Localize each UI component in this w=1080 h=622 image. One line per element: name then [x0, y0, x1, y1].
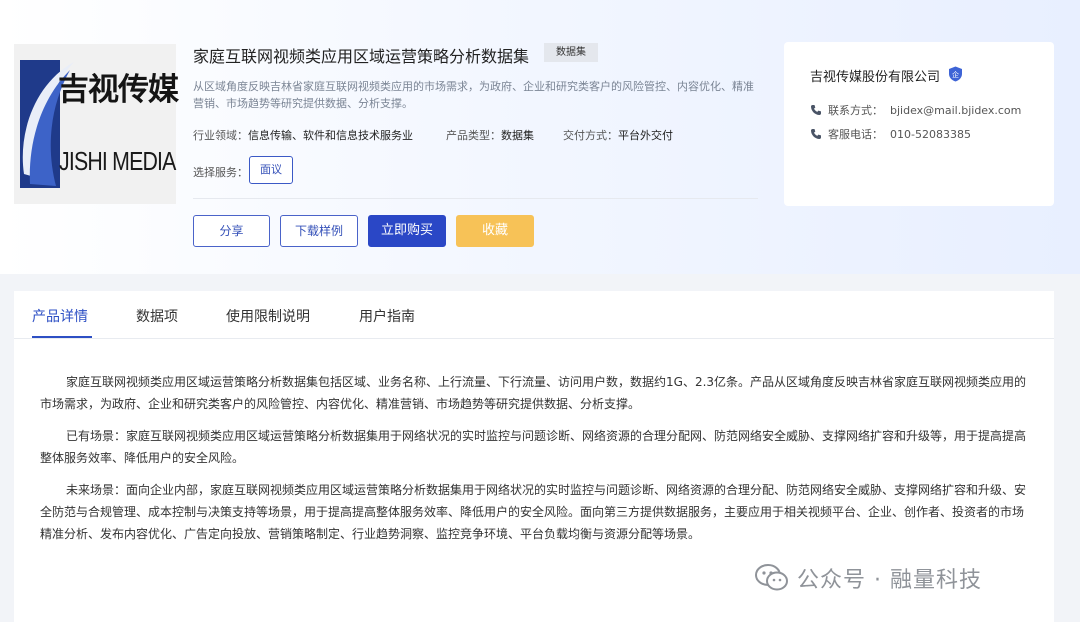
phone-label: 客服电话： [828, 126, 890, 142]
tab-usage-restrictions[interactable]: 使用限制说明 [226, 306, 310, 326]
company-logo: 吉视传媒 JISHI MEDIA [14, 44, 176, 204]
product-title: 家庭互联网视频类应用区域运营策略分析数据集 [193, 43, 529, 67]
active-tab-indicator [32, 336, 92, 338]
phone-icon [810, 128, 822, 140]
type-label: 产品类型： [446, 129, 501, 142]
wechat-icon [755, 564, 789, 592]
share-button[interactable]: 分享 [193, 215, 270, 247]
svg-text:企: 企 [952, 70, 959, 79]
tab-bar: 产品详情 数据项 使用限制说明 用户指南 [14, 291, 1054, 339]
industry-value: 信息传输、软件和信息技术服务业 [248, 129, 413, 142]
industry-label: 行业领域： [193, 129, 248, 142]
type-value: 数据集 [501, 129, 534, 142]
service-option-button[interactable]: 面议 [249, 156, 293, 184]
wechat-watermark: 公众号 · 融量科技 [755, 560, 982, 596]
type-meta: 产品类型：数据集 [446, 127, 534, 143]
delivery-meta: 交付方式：平台外交付 [563, 127, 673, 143]
verified-enterprise-icon: 企 [948, 66, 963, 82]
download-sample-button[interactable]: 下载样例 [280, 215, 358, 247]
tab-user-guide[interactable]: 用户指南 [359, 306, 415, 326]
service-label: 选择服务： [193, 164, 248, 180]
delivery-label: 交付方式： [563, 129, 618, 142]
logo-en-text: JISHI MEDIA [59, 146, 176, 177]
divider [193, 198, 758, 199]
industry-meta: 行业领域：信息传输、软件和信息技术服务业 [193, 127, 413, 143]
detail-paragraph-intro: 家庭互联网视频类应用区域运营策略分析数据集包括区域、业务名称、上行流量、下行流量… [40, 371, 1030, 415]
favorite-button[interactable]: 收藏 [456, 215, 534, 247]
company-name[interactable]: 吉视传媒股份有限公司 [810, 66, 940, 85]
product-type-tag: 数据集 [544, 43, 598, 62]
watermark-text: 公众号 · 融量科技 [797, 562, 982, 594]
contact-email[interactable]: bjidex@mail.bjidex.com [890, 104, 1021, 117]
tab-data-items[interactable]: 数据项 [136, 306, 178, 326]
contact-label: 联系方式： [828, 102, 890, 118]
product-description: 从区域角度反映吉林省家庭互联网视频类应用的市场需求，为政府、企业和研究类客户的风… [193, 78, 763, 112]
delivery-value: 平台外交付 [618, 129, 673, 142]
phone-number: 010-52083385 [890, 128, 971, 141]
contact-phone-row: 客服电话： 010-52083385 [810, 126, 971, 142]
detail-paragraph-future: 未来场景：面向企业内部，家庭互联网视频类应用区域运营策略分析数据集用于网络状况的… [40, 479, 1030, 545]
detail-paragraph-existing: 已有场景：家庭互联网视频类应用区域运营策略分析数据集用于网络状况的实时监控与问题… [40, 425, 1030, 469]
tab-product-details[interactable]: 产品详情 [32, 306, 88, 326]
phone-icon [810, 104, 822, 116]
contact-email-row: 联系方式： bjidex@mail.bjidex.com [810, 102, 1021, 118]
buy-now-button[interactable]: 立即购买 [368, 215, 446, 247]
logo-cn-text: 吉视传媒 [58, 64, 178, 109]
company-card: 吉视传媒股份有限公司 企 联系方式： bjidex@mail.bjidex.co… [784, 42, 1054, 206]
